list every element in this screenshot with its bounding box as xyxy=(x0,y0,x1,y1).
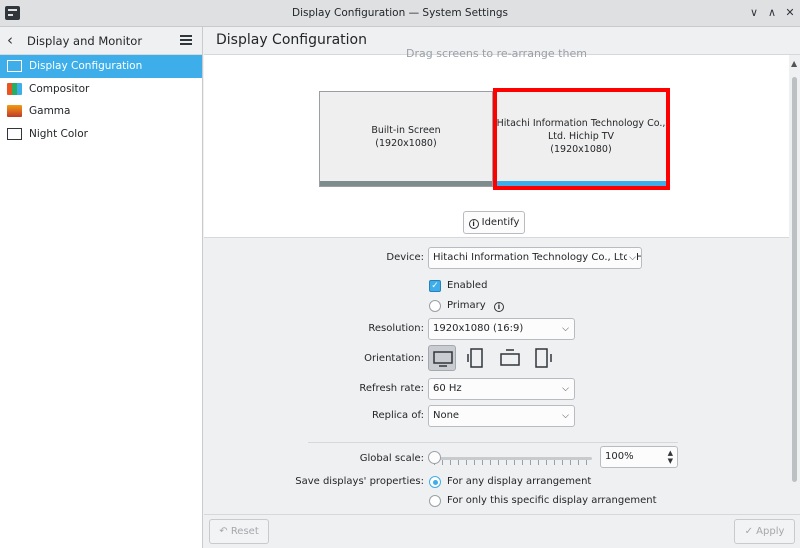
enabled-checkbox[interactable]: ✓ xyxy=(429,280,441,292)
primary-radio[interactable] xyxy=(429,300,441,312)
orientation-flipped-button[interactable] xyxy=(496,345,524,371)
chevron-down-icon: ⌵ xyxy=(562,324,569,334)
scale-slider-ticks xyxy=(434,460,594,465)
chevron-down-icon: ⌵ xyxy=(627,248,636,268)
sidebar-item-compositor[interactable]: Compositor xyxy=(0,78,202,101)
sidebar-item-label: Display Configuration xyxy=(29,60,143,72)
sidebar-item-label: Gamma xyxy=(29,105,71,117)
main-panel: Drag screens to re-arrange them Built-in… xyxy=(204,47,800,514)
screen-name: Built-in Screen xyxy=(371,125,441,136)
reset-icon: ↶ xyxy=(219,526,228,537)
orientation-label: Orientation: xyxy=(364,353,424,364)
page-title: Display Configuration xyxy=(216,32,367,48)
resolution-label: Resolution: xyxy=(368,323,424,334)
save-properties-label: Save displays' properties: xyxy=(295,476,424,487)
footer: ↶ Reset ✓ Apply xyxy=(204,514,800,548)
device-label: Device: xyxy=(386,252,424,263)
landscape-flipped-icon xyxy=(500,349,520,366)
landscape-icon xyxy=(433,351,453,367)
window-title: Display Configuration — System Settings xyxy=(292,7,508,19)
orientation-landscape-button[interactable] xyxy=(428,345,456,371)
apply-label: Apply xyxy=(756,526,785,537)
apply-button[interactable]: ✓ Apply xyxy=(734,519,795,544)
highlight-box xyxy=(493,88,670,190)
reset-label: Reset xyxy=(230,526,259,537)
reset-button[interactable]: ↶ Reset xyxy=(209,519,269,544)
spin-up-icon[interactable]: ▲ xyxy=(668,449,673,457)
primary-label: Primary xyxy=(447,300,486,311)
compositor-icon xyxy=(7,82,22,95)
scale-slider-handle[interactable] xyxy=(428,451,441,464)
identify-label: Identify xyxy=(481,217,520,228)
identify-button[interactable]: i Identify xyxy=(463,211,525,234)
refresh-rate-label: Refresh rate: xyxy=(359,383,424,394)
chevron-left-icon[interactable]: ‹ xyxy=(7,32,13,48)
night-color-icon xyxy=(7,127,22,140)
orientation-portrait-right-button[interactable] xyxy=(529,345,557,371)
title-bar: Display Configuration — System Settings … xyxy=(0,0,800,27)
replica-select[interactable]: None ⌵ xyxy=(428,405,575,427)
sidebar-item-label: Night Color xyxy=(29,127,88,140)
divider xyxy=(308,442,678,443)
gamma-icon xyxy=(7,105,22,117)
sidebar-item-gamma[interactable]: Gamma xyxy=(0,100,202,123)
sidebar-title: Display and Monitor xyxy=(27,34,143,48)
resolution-value: 1920x1080 (16:9) xyxy=(433,323,524,334)
info-icon[interactable]: i xyxy=(494,302,504,312)
screen-resolution: (1920x1080) xyxy=(375,138,437,149)
refresh-rate-value: 60 Hz xyxy=(433,383,462,394)
sidebar: ‹ Display and Monitor Display Configurat… xyxy=(0,27,203,548)
refresh-rate-select[interactable]: 60 Hz ⌵ xyxy=(428,378,575,400)
replica-label: Replica of: xyxy=(371,410,424,421)
close-button[interactable]: ✕ xyxy=(782,5,798,21)
enabled-label: Enabled xyxy=(447,280,488,291)
chevron-down-icon: ⌵ xyxy=(562,411,569,421)
chevron-down-icon: ⌵ xyxy=(562,384,569,394)
screen-arrangement-area[interactable]: Drag screens to re-arrange them Built-in… xyxy=(204,47,789,238)
replica-value: None xyxy=(433,410,460,421)
resolution-select[interactable]: 1920x1080 (16:9) ⌵ xyxy=(428,318,575,340)
save-specific-arrangement-radio[interactable] xyxy=(429,495,441,507)
scrollbar-thumb[interactable] xyxy=(792,77,797,482)
hamburger-menu-icon[interactable] xyxy=(180,35,192,45)
portrait-left-icon xyxy=(467,348,483,368)
sidebar-item-display-configuration[interactable]: Display Configuration xyxy=(0,55,202,78)
arrangement-hint: Drag screens to re-arrange them xyxy=(406,47,587,60)
sidebar-item-label: Compositor xyxy=(29,82,90,95)
maximize-button[interactable]: ∧ xyxy=(764,5,780,21)
spin-down-icon[interactable]: ▼ xyxy=(668,457,673,465)
scale-value: 100% xyxy=(605,451,634,462)
save-any-arrangement-label: For any display arrangement xyxy=(447,476,592,487)
orientation-portrait-left-button[interactable] xyxy=(463,345,491,371)
sidebar-item-night-color[interactable]: Night Color xyxy=(0,123,202,146)
minimize-button[interactable]: ∨ xyxy=(746,5,762,21)
info-icon: i xyxy=(468,219,479,229)
save-specific-arrangement-label: For only this specific display arrangeme… xyxy=(447,495,657,506)
device-value: Hitachi Information Technology Co., Ltd.… xyxy=(433,252,641,263)
checkmark-icon: ✓ xyxy=(744,526,753,537)
screen-builtin[interactable]: Built-in Screen (1920x1080) xyxy=(319,91,493,187)
monitor-icon xyxy=(7,60,22,72)
portrait-right-icon xyxy=(535,348,552,368)
device-select[interactable]: Hitachi Information Technology Co., Ltd.… xyxy=(428,247,642,269)
sidebar-header: ‹ Display and Monitor xyxy=(0,27,202,55)
scroll-up-icon[interactable]: ▲ xyxy=(791,59,797,68)
screen-bar xyxy=(320,181,492,186)
save-any-arrangement-radio[interactable] xyxy=(429,476,441,488)
scale-spinbox[interactable]: 100% ▲ ▼ xyxy=(600,446,678,468)
vertical-scrollbar[interactable]: ▲ xyxy=(789,55,800,514)
global-scale-label: Global scale: xyxy=(359,453,424,464)
